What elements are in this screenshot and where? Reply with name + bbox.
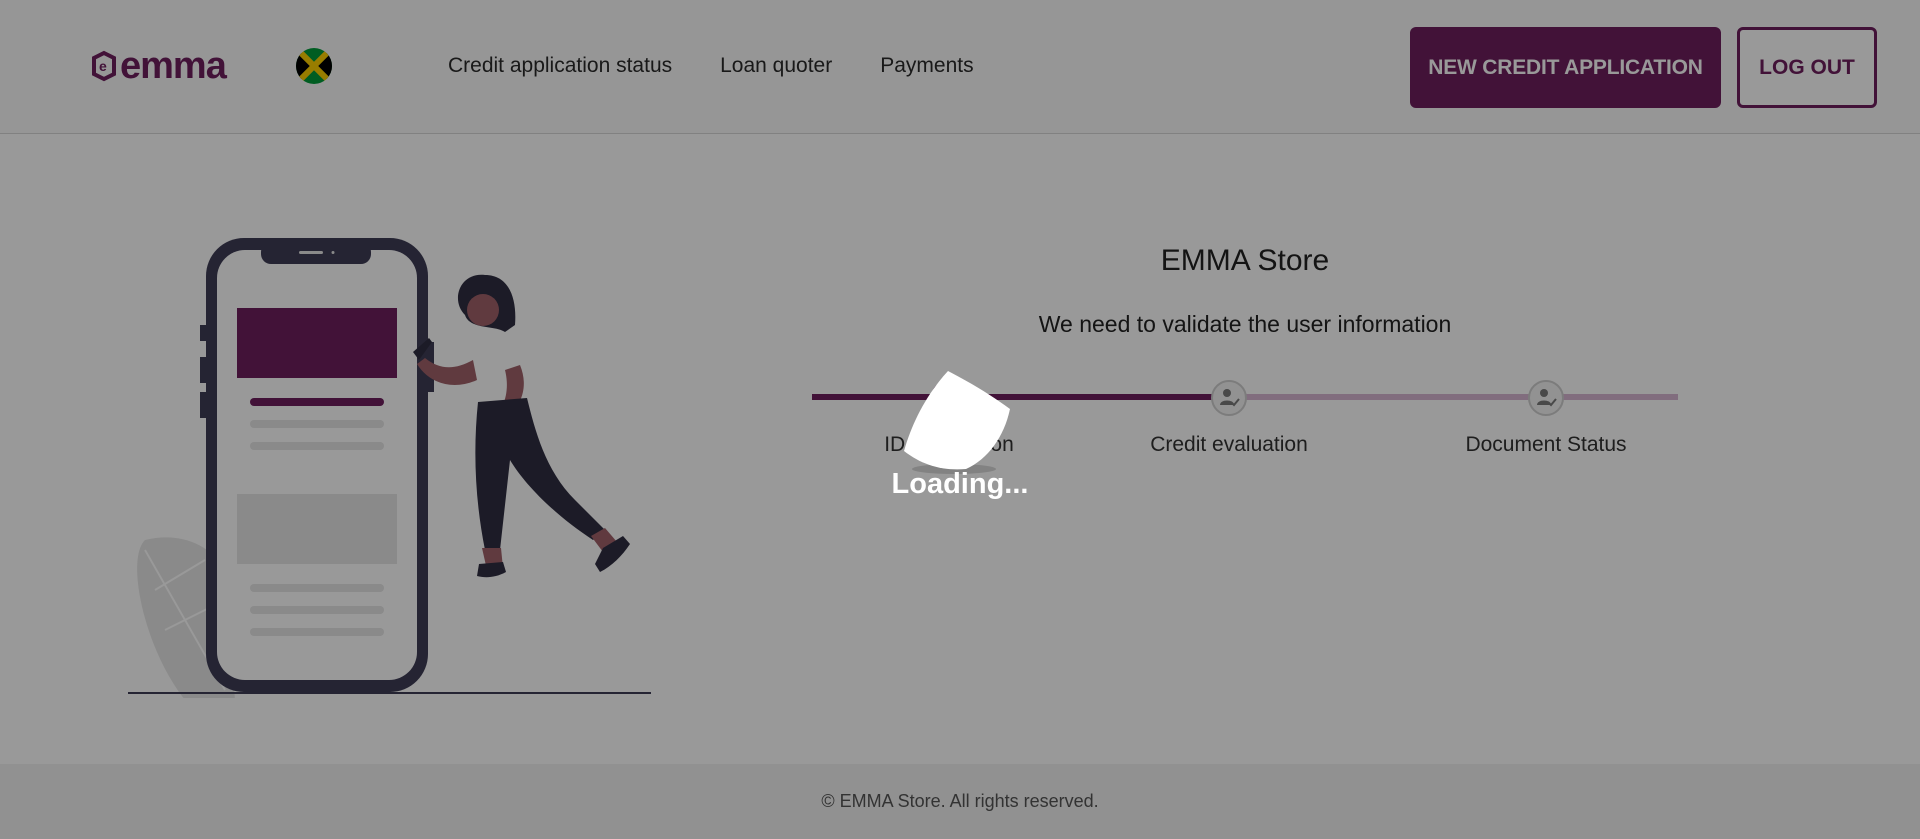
loading-text: Loading... [891, 468, 1029, 500]
loading-overlay: Loading... [0, 0, 1920, 839]
